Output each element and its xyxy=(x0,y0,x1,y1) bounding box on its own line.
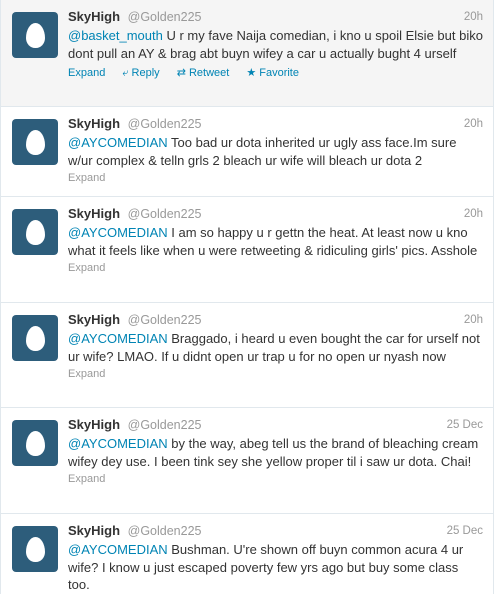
tweet-text: @basket_mouth U r my fave Naija comedian… xyxy=(68,27,483,62)
user-name[interactable]: SkyHigh xyxy=(68,116,120,131)
expand-link[interactable]: Expand xyxy=(68,473,105,485)
expand-link[interactable]: Expand xyxy=(68,262,105,274)
mention-link[interactable]: @AYCOMEDIAN xyxy=(68,135,168,150)
user-handle[interactable]: @Golden225 xyxy=(128,313,202,327)
tweet-header: SkyHigh @Golden225 20h xyxy=(68,311,483,329)
expand-link[interactable]: Expand xyxy=(68,67,105,79)
default-egg-avatar-icon xyxy=(25,22,45,48)
tweet-item[interactable]: SkyHigh @Golden225 20h @basket_mouth U r… xyxy=(1,0,493,107)
tweet-header: SkyHigh @Golden225 25 Dec xyxy=(68,522,483,540)
avatar[interactable] xyxy=(12,315,58,361)
retweet-button[interactable]: ⇄ Retweet xyxy=(177,67,230,79)
favorite-button[interactable]: ★ Favorite xyxy=(246,67,299,79)
tweet-timestamp[interactable]: 25 Dec xyxy=(447,522,483,540)
avatar[interactable] xyxy=(12,12,58,58)
reply-arrow-icon: ⤶ xyxy=(122,67,129,79)
tweet-actions: Expand xyxy=(68,171,483,186)
user-name[interactable]: SkyHigh xyxy=(68,523,120,538)
avatar[interactable] xyxy=(12,119,58,165)
default-egg-avatar-icon xyxy=(25,129,45,155)
tweet-text: @AYCOMEDIAN Too bad ur dota inherited ur… xyxy=(68,134,483,169)
tweet-actions: Expand xyxy=(68,367,483,382)
tweet-actions: Expand xyxy=(68,472,483,487)
tweet-text: @AYCOMEDIAN Braggado, i heard u even bou… xyxy=(68,330,483,365)
tweet-item[interactable]: SkyHigh @Golden225 20h @AYCOMEDIAN Too b… xyxy=(1,107,493,197)
tweet-actions: Expand xyxy=(68,261,483,276)
default-egg-avatar-icon xyxy=(25,536,45,562)
tweet-header: SkyHigh @Golden225 20h xyxy=(68,205,483,223)
user-handle[interactable]: @Golden225 xyxy=(128,524,202,538)
tweet-item[interactable]: SkyHigh @Golden225 25 Dec @AYCOMEDIAN Bu… xyxy=(1,514,493,594)
mention-link[interactable]: @AYCOMEDIAN xyxy=(68,436,168,451)
user-handle[interactable]: @Golden225 xyxy=(128,418,202,432)
tweet-timestamp[interactable]: 20h xyxy=(464,205,483,223)
tweet-text: @AYCOMEDIAN I am so happy u r gettn the … xyxy=(68,224,483,259)
user-name[interactable]: SkyHigh xyxy=(68,417,120,432)
star-icon: ★ xyxy=(246,67,257,79)
tweet-header: SkyHigh @Golden225 20h xyxy=(68,115,483,133)
tweet-actions: Expand ⤶ Reply ⇄ Retweet ★ Favorite xyxy=(68,66,483,81)
tweet-item[interactable]: SkyHigh @Golden225 25 Dec @AYCOMEDIAN by… xyxy=(1,408,493,514)
avatar[interactable] xyxy=(12,420,58,466)
user-handle[interactable]: @Golden225 xyxy=(128,207,202,221)
tweet-timestamp[interactable]: 25 Dec xyxy=(447,416,483,434)
mention-link[interactable]: @AYCOMEDIAN xyxy=(68,542,168,557)
mention-link[interactable]: @basket_mouth xyxy=(68,28,163,43)
tweet-header: SkyHigh @Golden225 25 Dec xyxy=(68,416,483,434)
default-egg-avatar-icon xyxy=(25,325,45,351)
retweet-icon: ⇄ xyxy=(176,67,186,79)
user-name[interactable]: SkyHigh xyxy=(68,9,120,24)
user-handle[interactable]: @Golden225 xyxy=(128,10,202,24)
mention-link[interactable]: @AYCOMEDIAN xyxy=(68,331,168,346)
retweet-label: Retweet xyxy=(188,67,230,79)
tweet-item[interactable]: SkyHigh @Golden225 20h @AYCOMEDIAN Bragg… xyxy=(1,303,493,408)
mention-link[interactable]: @AYCOMEDIAN xyxy=(68,225,168,240)
tweet-timestamp[interactable]: 20h xyxy=(464,311,483,329)
tweet-text: @AYCOMEDIAN by the way, abeg tell us the… xyxy=(68,435,483,470)
reply-label: Reply xyxy=(131,67,160,79)
user-name[interactable]: SkyHigh xyxy=(68,206,120,221)
tweet-header: SkyHigh @Golden225 20h xyxy=(68,8,483,26)
user-name[interactable]: SkyHigh xyxy=(68,312,120,327)
expand-link[interactable]: Expand xyxy=(68,172,105,184)
user-handle[interactable]: @Golden225 xyxy=(128,117,202,131)
tweet-timestamp[interactable]: 20h xyxy=(464,115,483,133)
default-egg-avatar-icon xyxy=(25,430,45,456)
avatar[interactable] xyxy=(12,526,58,572)
favorite-label: Favorite xyxy=(259,67,299,79)
tweet-timestamp[interactable]: 20h xyxy=(464,8,483,26)
default-egg-avatar-icon xyxy=(25,219,45,245)
tweet-timeline: SkyHigh @Golden225 20h @basket_mouth U r… xyxy=(0,0,494,594)
avatar[interactable] xyxy=(12,209,58,255)
expand-link[interactable]: Expand xyxy=(68,368,105,380)
tweet-item[interactable]: SkyHigh @Golden225 20h @AYCOMEDIAN I am … xyxy=(1,197,493,303)
reply-button[interactable]: ⤶ Reply xyxy=(122,67,159,79)
